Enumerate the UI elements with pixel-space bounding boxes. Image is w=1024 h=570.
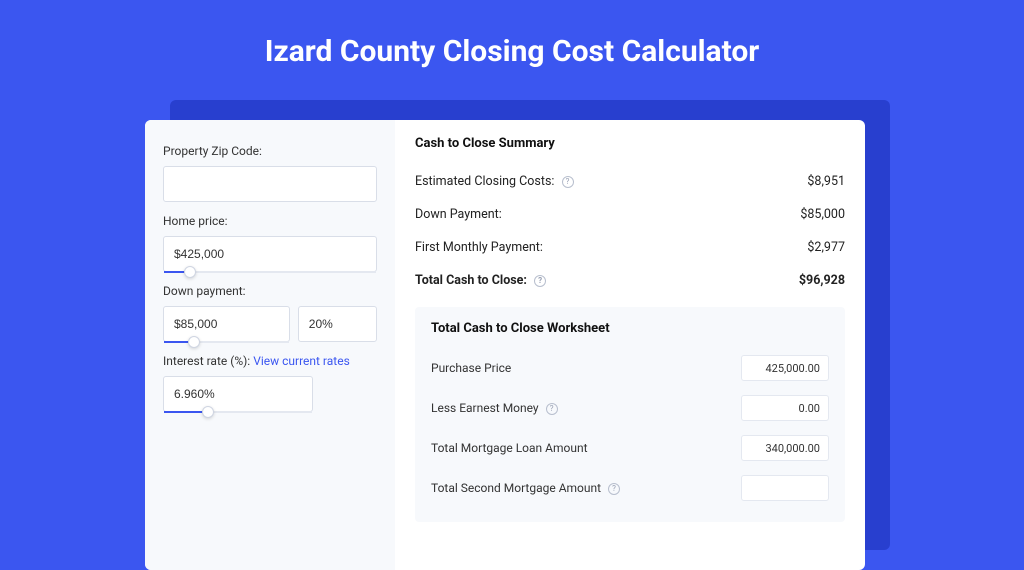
zip-input[interactable]: [163, 166, 377, 202]
worksheet-row-earnest-money: Less Earnest Money ? 0.00: [431, 388, 829, 428]
summary-row-total: Total Cash to Close: ? $96,928: [415, 264, 845, 297]
worksheet-panel: Total Cash to Close Worksheet Purchase P…: [415, 307, 845, 522]
help-icon[interactable]: ?: [608, 483, 620, 495]
summary-row-closing-costs: Estimated Closing Costs: ? $8,951: [415, 165, 845, 198]
summary-label: Estimated Closing Costs:: [415, 174, 554, 189]
worksheet-row-purchase-price: Purchase Price 425,000.00: [431, 348, 829, 388]
help-icon[interactable]: ?: [546, 403, 558, 415]
down-payment-percent-wrap: [298, 306, 377, 342]
slider-thumb[interactable]: [188, 336, 200, 348]
help-icon[interactable]: ?: [534, 275, 546, 287]
worksheet-row-second-mortgage: Total Second Mortgage Amount ?: [431, 468, 829, 508]
calculator-card: Property Zip Code: Home price: Down paym…: [145, 120, 865, 570]
down-payment-amount-slider[interactable]: [163, 306, 290, 342]
summary-value: $8,951: [807, 174, 845, 189]
summary-value: $96,928: [799, 273, 845, 288]
page-title: Izard County Closing Cost Calculator: [0, 0, 1024, 69]
worksheet-value[interactable]: [741, 475, 829, 501]
slider-fill: [164, 341, 189, 343]
slider-thumb[interactable]: [184, 266, 196, 278]
summary-label: Total Cash to Close:: [415, 273, 527, 288]
help-icon[interactable]: ?: [562, 176, 574, 188]
interest-rate-label: Interest rate (%): View current rates: [163, 354, 377, 368]
worksheet-label: Total Mortgage Loan Amount: [431, 441, 588, 455]
slider-thumb[interactable]: [202, 406, 214, 418]
summary-value: $2,977: [807, 240, 845, 255]
summary-row-down-payment: Down Payment: $85,000: [415, 198, 845, 231]
view-current-rates-link[interactable]: View current rates: [253, 354, 350, 368]
worksheet-value[interactable]: 0.00: [741, 395, 829, 421]
summary-value: $85,000: [800, 207, 845, 222]
summary-panel: Cash to Close Summary Estimated Closing …: [395, 120, 865, 570]
summary-label: First Monthly Payment:: [415, 240, 543, 255]
slider-fill: [164, 271, 185, 273]
interest-rate-input[interactable]: [163, 376, 313, 412]
inputs-sidebar: Property Zip Code: Home price: Down paym…: [145, 120, 395, 570]
slider-fill: [164, 411, 203, 413]
down-payment-percent-input[interactable]: [298, 306, 377, 342]
worksheet-value[interactable]: 425,000.00: [741, 355, 829, 381]
home-price-label: Home price:: [163, 214, 377, 228]
worksheet-label: Total Second Mortgage Amount: [431, 481, 601, 495]
cash-to-close-summary-title: Cash to Close Summary: [415, 136, 845, 151]
worksheet-label: Purchase Price: [431, 361, 511, 375]
interest-rate-label-text: Interest rate (%):: [163, 354, 253, 368]
summary-row-first-payment: First Monthly Payment: $2,977: [415, 231, 845, 264]
home-price-input[interactable]: [163, 236, 377, 272]
worksheet-row-mortgage-loan: Total Mortgage Loan Amount 340,000.00: [431, 428, 829, 468]
down-payment-amount-input[interactable]: [163, 306, 290, 342]
down-payment-label: Down payment:: [163, 284, 377, 298]
worksheet-label: Less Earnest Money: [431, 401, 539, 415]
worksheet-title: Total Cash to Close Worksheet: [431, 321, 829, 336]
summary-label: Down Payment:: [415, 207, 502, 222]
home-price-slider[interactable]: [163, 236, 377, 272]
worksheet-value[interactable]: 340,000.00: [741, 435, 829, 461]
zip-label: Property Zip Code:: [163, 144, 377, 158]
interest-rate-slider[interactable]: [163, 376, 313, 412]
